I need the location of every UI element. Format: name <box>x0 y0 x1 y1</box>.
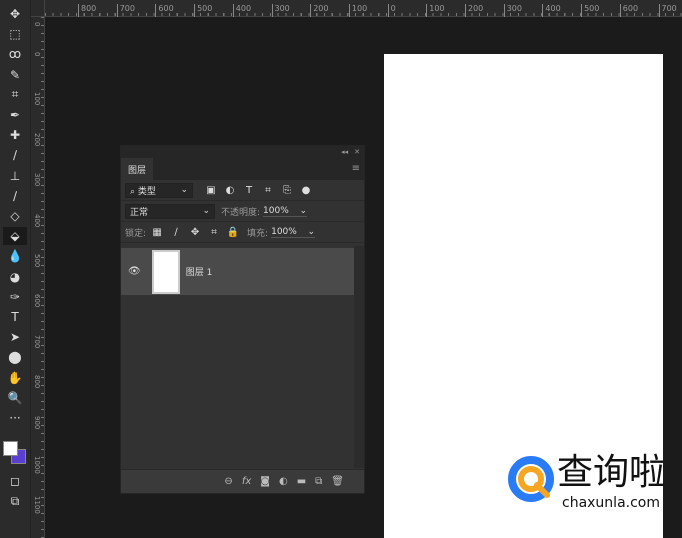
ruler-label: 500 <box>581 4 599 17</box>
paint-bucket-icon[interactable]: ⬙ <box>3 227 27 246</box>
ruler-label: 300 <box>271 4 290 17</box>
ruler-label: 1100 <box>33 496 41 515</box>
type-filter-icon[interactable]: T <box>241 185 257 196</box>
ruler-label: 300 <box>503 4 522 17</box>
ruler-label: 400 <box>33 213 41 227</box>
smart-object-filter-icon[interactable]: ⎘ <box>279 185 295 196</box>
marquee-icon[interactable]: ⬚ <box>3 25 27 43</box>
delete-layer-icon[interactable]: 🗑 <box>331 476 344 487</box>
stamp-icon[interactable]: ⊥ <box>3 167 27 185</box>
dodge-icon[interactable]: ◕ <box>3 268 27 286</box>
ruler-label: 0 <box>387 4 396 17</box>
filter-kind-select[interactable]: ⌕ 类型 ⌄ <box>125 182 193 198</box>
ruler-label: 300 <box>33 173 41 187</box>
layer-name[interactable]: 图层 1 <box>186 265 213 278</box>
ruler-label: 600 <box>33 294 41 308</box>
ruler-label: 900 <box>33 415 41 429</box>
ruler-label: 0 <box>33 22 41 27</box>
blend-mode-value: 正常 <box>130 207 149 218</box>
ruler-label: 400 <box>232 4 251 17</box>
quick-select-icon[interactable]: ✎ <box>3 66 27 84</box>
add-mask-icon[interactable]: ◙ <box>260 476 270 487</box>
quick-mask-icon[interactable]: ◻ <box>3 472 27 490</box>
adjustment-layer-icon[interactable]: ◐ <box>279 476 288 487</box>
search-icon: ⌕ <box>130 186 136 197</box>
lock-image-icon[interactable]: ∕ <box>168 227 184 238</box>
ruler-label: 0 <box>33 52 41 57</box>
lock-position-icon[interactable]: ✥ <box>187 227 203 238</box>
shape-filter-icon[interactable]: ⌗ <box>260 185 276 196</box>
screen-mode-icon[interactable]: ⧉ <box>3 492 27 510</box>
lock-artboard-icon[interactable]: ⌗ <box>206 227 222 238</box>
close-icon[interactable]: ✕ <box>354 148 360 156</box>
ruler-label: 200 <box>310 4 328 17</box>
ruler-label: 600 <box>155 4 174 17</box>
filter-label: 类型 <box>137 186 156 197</box>
lock-all-icon[interactable]: 🔒 <box>225 227 241 238</box>
layer-thumbnail <box>151 249 180 294</box>
fill-input[interactable]: 100% ⌄ <box>271 227 316 238</box>
ruler-label: 700 <box>33 334 41 349</box>
watermark-logo: 查询啦 chaxunla.com <box>507 452 667 515</box>
tools-panel: ✥ ⬚ ꝏ ✎ ⌗ ✒ ✚ ∕ ⊥ ∕ ◇ ⬙ 💧 ◕ ✑ T ➤ ⬤ ✋ 🔍 ··· ◻ ⧉ <box>0 0 31 538</box>
path-select-icon[interactable]: ➤ <box>3 328 27 346</box>
collapse-icon[interactable]: ◂◂ <box>341 148 348 156</box>
opacity-input[interactable]: 100% ⌄ <box>263 206 308 217</box>
lasso-icon[interactable]: ꝏ <box>3 45 27 63</box>
zoom-icon[interactable]: 🔍 <box>3 389 27 407</box>
ruler-label: 100 <box>426 4 445 17</box>
layer-row[interactable]: 👁 图层 1 <box>121 248 354 295</box>
hand-icon[interactable]: ✋ <box>3 369 27 387</box>
crop-icon[interactable]: ⌗ <box>3 86 27 104</box>
tab-layers[interactable]: 图层 <box>121 158 153 180</box>
healing-icon[interactable]: ✚ <box>3 126 27 144</box>
eyedropper-icon[interactable]: ✒ <box>3 106 27 124</box>
visibility-eye-icon[interactable]: 👁 <box>128 266 141 277</box>
move-icon[interactable]: ✥ <box>3 5 27 23</box>
ruler-label: 1000 <box>33 456 41 474</box>
fill-label: 填充: <box>247 228 269 239</box>
ruler-label: 700 <box>116 4 135 17</box>
new-layer-icon[interactable]: ⧉ <box>315 476 322 487</box>
ruler-origin[interactable] <box>31 0 45 17</box>
ruler-label: 800 <box>78 4 96 17</box>
opacity-label: 不透明度: <box>221 207 261 218</box>
more-icon[interactable]: ··· <box>3 409 27 427</box>
layers-panel: ◂◂ ✕ 图层 ≡ ⌕ 类型 ⌄ ▣ ◐ T ⌗ ⎘ ● 正常 ⌄ 不透明度: 100%… <box>120 145 365 494</box>
watermark-text: 查询啦 <box>557 452 666 493</box>
eraser-icon[interactable]: ◇ <box>3 207 27 225</box>
foreground-color-swatch[interactable] <box>3 441 18 456</box>
blend-mode-select[interactable]: 正常 ⌄ <box>125 203 215 219</box>
new-group-icon[interactable]: ▬ <box>297 476 306 487</box>
lock-transparent-icon[interactable]: ▦ <box>149 227 165 238</box>
ruler-label: 500 <box>194 4 212 17</box>
ruler-label: 600 <box>619 4 638 17</box>
pixel-filter-icon[interactable]: ▣ <box>203 185 219 196</box>
watermark-domain: chaxunla.com <box>562 495 660 511</box>
ruler-label: 500 <box>33 254 41 268</box>
layers-scrollbar[interactable] <box>354 246 364 468</box>
adjustment-filter-icon[interactable]: ◐ <box>222 185 238 196</box>
ruler-label: 200 <box>33 132 41 147</box>
panel-menu-icon[interactable]: ≡ <box>352 163 360 174</box>
ruler-label: 700 <box>658 4 677 17</box>
ruler-label: 100 <box>33 92 41 106</box>
pen-icon[interactable]: ✑ <box>3 288 27 306</box>
lock-label: 锁定: <box>125 228 147 239</box>
filter-toggle-icon[interactable]: ● <box>298 185 314 196</box>
blur-icon[interactable]: 💧 <box>3 247 27 265</box>
type-icon[interactable]: T <box>3 308 27 326</box>
link-layers-icon[interactable]: ⊖ <box>224 476 232 487</box>
ruler-label: 200 <box>465 4 483 17</box>
ellipse-icon[interactable]: ⬤ <box>3 348 27 366</box>
brush-icon[interactable]: ∕ <box>3 146 27 164</box>
ruler-label: 400 <box>542 4 561 17</box>
fx-icon[interactable]: fx <box>242 476 251 487</box>
ruler-label: 800 <box>33 375 41 389</box>
horizontal-ruler[interactable]: 800 700 600 500 400 300 200 100 0 100 200 300 400 500… <box>45 0 682 17</box>
history-brush-icon[interactable]: ∕ <box>3 187 27 205</box>
ruler-label: 100 <box>348 4 367 17</box>
